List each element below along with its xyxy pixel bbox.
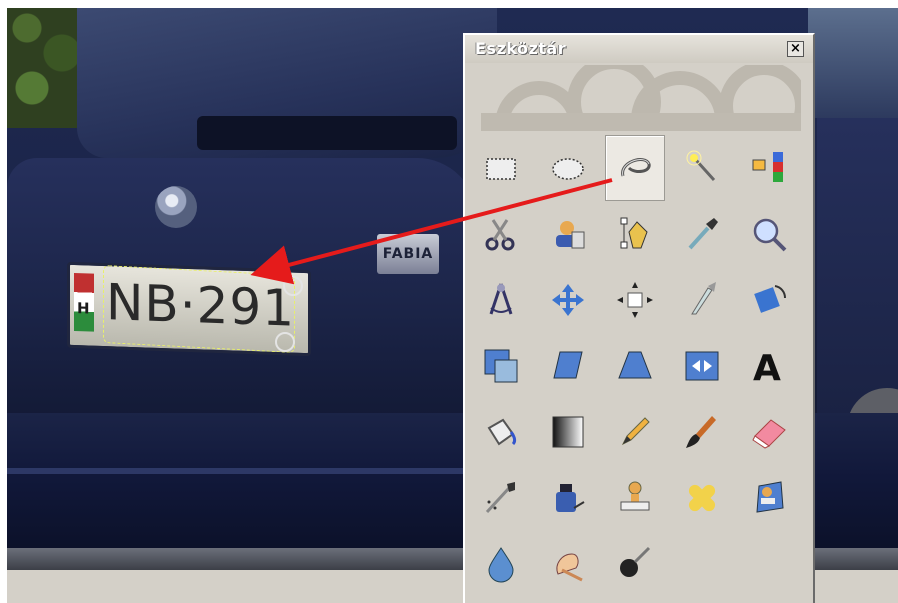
tool-pencil-button[interactable] (605, 399, 665, 465)
car-spoiler (197, 116, 457, 150)
car-emblem (155, 186, 197, 228)
plate-country-code: H (77, 299, 90, 318)
tool-grid: A (471, 135, 811, 603)
svg-text:A: A (753, 348, 781, 386)
move-arrows-icon (552, 284, 584, 316)
toolbox-title: Eszköztár (475, 39, 567, 58)
tool-rotate-button[interactable] (739, 267, 799, 333)
paintbrush-icon (686, 416, 716, 448)
tool-scissors-button[interactable] (471, 201, 531, 267)
tool-measure-button[interactable] (471, 267, 531, 333)
crop-knife-icon (691, 282, 716, 315)
rectangle-select-icon (486, 158, 516, 180)
select-by-color-icon (752, 152, 783, 182)
tool-airbrush-button[interactable] (471, 465, 531, 531)
pencil-icon (621, 417, 650, 446)
tool-align-button[interactable] (605, 267, 665, 333)
tool-blur-sharpen-button[interactable] (471, 531, 531, 597)
perspective-icon (618, 351, 652, 379)
tool-dodge-burn-button[interactable] (605, 531, 665, 597)
tool-clone-button[interactable] (605, 465, 665, 531)
perspective-clone-icon (756, 481, 784, 513)
bumper-trim (7, 468, 527, 474)
flip-icon (685, 351, 719, 381)
car-model-badge: FABIA (377, 234, 439, 274)
toolbox-titlebar[interactable]: Eszköztár × (465, 35, 813, 63)
tool-free-select-button[interactable] (605, 135, 665, 201)
selection-handle[interactable] (275, 332, 295, 352)
tool-scale-button[interactable] (471, 333, 531, 399)
ink-bottle-icon (556, 484, 585, 512)
tool-color-picker-button[interactable] (672, 201, 732, 267)
paths-pen-icon (620, 217, 648, 249)
dodge-burn-icon (620, 546, 651, 577)
background-building (808, 8, 898, 118)
tool-rect-select-button[interactable] (471, 135, 531, 201)
tool-fuzzy-select-button[interactable] (672, 135, 732, 201)
tool-blend-button[interactable] (538, 399, 598, 465)
selection-handle[interactable] (283, 276, 303, 296)
free-selection-outline (103, 264, 295, 354)
gradient-icon (552, 416, 584, 448)
tool-flip-button[interactable] (672, 333, 732, 399)
toolbox-window: Eszköztár × A (463, 33, 815, 603)
tool-foreground-select-button[interactable] (538, 201, 598, 267)
tool-shear-button[interactable] (538, 333, 598, 399)
lasso-select-icon (621, 158, 651, 177)
water-drop-icon (488, 547, 514, 583)
tool-perspective-button[interactable] (605, 333, 665, 399)
tool-perspective-clone-button[interactable] (739, 465, 799, 531)
tool-bucket-fill-button[interactable] (471, 399, 531, 465)
ellipse-select-icon (552, 158, 584, 180)
scale-icon (484, 349, 518, 383)
tool-crop-button[interactable] (672, 267, 732, 333)
text-a-icon: A (753, 348, 781, 386)
magic-wand-icon (686, 150, 716, 182)
tool-zoom-button[interactable] (739, 201, 799, 267)
smudge-finger-icon (556, 553, 583, 582)
background-foliage (7, 8, 87, 128)
tool-ink-button[interactable] (538, 465, 598, 531)
close-button[interactable]: × (787, 41, 804, 57)
scissors-icon (485, 219, 515, 251)
compass-measure-icon (489, 283, 513, 315)
airbrush-icon (485, 482, 515, 514)
eraser-icon (752, 419, 786, 449)
eyedropper-icon (688, 218, 718, 250)
tool-smudge-button[interactable] (538, 531, 598, 597)
tool-paths-button[interactable] (605, 201, 665, 267)
rotate-icon (754, 285, 787, 313)
shear-icon (553, 351, 583, 379)
bandage-heal-icon (688, 484, 716, 512)
foreground-select-icon (556, 221, 585, 249)
paint-bucket-icon (487, 418, 517, 446)
align-icon (617, 282, 653, 318)
magnifier-icon (753, 218, 787, 252)
tool-color-select-button[interactable] (739, 135, 799, 201)
clone-stamp-icon (620, 481, 650, 511)
tool-text-button[interactable]: A (739, 333, 799, 399)
tool-heal-button[interactable] (672, 465, 732, 531)
wilber-logo (481, 65, 801, 131)
tool-paintbrush-button[interactable] (672, 399, 732, 465)
tool-move-button[interactable] (538, 267, 598, 333)
tool-ellipse-select-button[interactable] (538, 135, 598, 201)
tool-eraser-button[interactable] (739, 399, 799, 465)
